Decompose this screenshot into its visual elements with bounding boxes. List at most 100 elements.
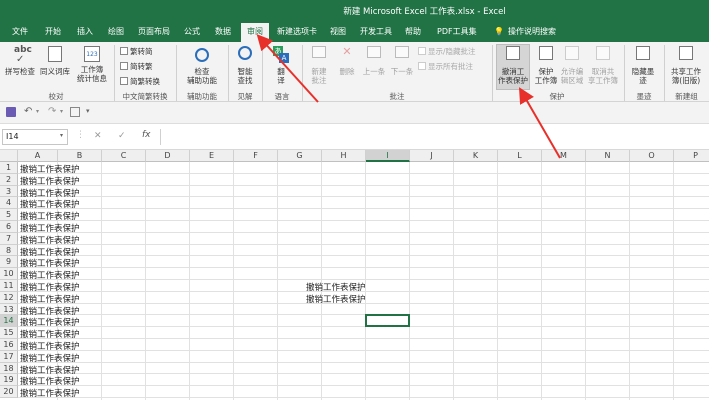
redo-icon[interactable]: ↷ xyxy=(48,106,56,117)
active-cell-i14[interactable] xyxy=(365,314,410,328)
row-header-15[interactable]: 15 xyxy=(0,327,18,339)
hide-ink-button[interactable]: 隐藏墨 迹 xyxy=(628,46,658,85)
cell-a13[interactable]: 撤销工作表保护 xyxy=(20,305,80,317)
share-workbook-button[interactable]: 共享工作 簿(旧版) xyxy=(666,46,706,85)
trad-to-simp-button[interactable]: 繁转简 xyxy=(120,46,153,57)
cell-a5[interactable]: 撤销工作表保护 xyxy=(20,210,80,222)
cell-a6[interactable]: 撤销工作表保护 xyxy=(20,222,80,234)
next-comment-button[interactable]: 下一条 xyxy=(388,46,416,76)
cell-a9[interactable]: 撤销工作表保护 xyxy=(20,257,80,269)
insert-function-icon[interactable]: fx xyxy=(142,130,151,140)
cell-a17[interactable]: 撤销工作表保护 xyxy=(20,352,80,364)
cell-a1[interactable]: 撤销工作表保护 xyxy=(20,163,80,175)
row-header-11[interactable]: 11 xyxy=(0,280,18,292)
cell-a20[interactable]: 撤销工作表保护 xyxy=(20,387,80,399)
cell-h11[interactable]: 撤销工作表保护 xyxy=(306,281,366,293)
tab-formulas[interactable]: 公式 xyxy=(184,25,200,39)
thesaurus-button[interactable]: 同义词库 xyxy=(38,46,72,76)
column-header-o[interactable]: O xyxy=(630,150,674,162)
tab-developer[interactable]: 开发工具 xyxy=(360,25,392,39)
redo-dropdown-icon[interactable]: ▾ xyxy=(60,108,63,115)
column-header-e[interactable]: E xyxy=(190,150,234,162)
smart-lookup-button[interactable]: 智能 查找 xyxy=(232,46,258,85)
column-header-m[interactable]: M xyxy=(542,150,586,162)
chinese-conversion-button[interactable]: 简繁转换 xyxy=(120,76,160,87)
workbook-statistics-button[interactable]: 123 工作簿 统计信息 xyxy=(75,46,109,83)
tab-view[interactable]: 视图 xyxy=(330,25,346,39)
column-header-l[interactable]: L xyxy=(498,150,542,162)
cell-a12[interactable]: 撤销工作表保护 xyxy=(20,293,80,305)
undo-dropdown-icon[interactable]: ▾ xyxy=(36,108,39,115)
cancel-icon[interactable]: ✕ xyxy=(94,131,102,141)
translate-button[interactable]: あ A 翻 译 xyxy=(268,46,294,85)
allow-edit-ranges-button[interactable]: 允许编 辑区域 xyxy=(558,46,586,85)
column-header-k[interactable]: K xyxy=(454,150,498,162)
protect-workbook-button[interactable]: 保护 工作簿 xyxy=(531,46,561,85)
column-header-g[interactable]: G xyxy=(278,150,322,162)
column-header-i[interactable]: I xyxy=(366,150,410,162)
cell-a15[interactable]: 撤销工作表保护 xyxy=(20,328,80,340)
print-preview-icon[interactable] xyxy=(70,107,80,117)
simp-to-trad-button[interactable]: 简转繁 xyxy=(120,61,153,72)
formula-input[interactable] xyxy=(160,129,709,145)
column-header-b[interactable]: B xyxy=(58,150,102,162)
row-header-2[interactable]: 2 xyxy=(0,173,18,186)
row-header-18[interactable]: 18 xyxy=(0,362,18,375)
cell-a18[interactable]: 撤销工作表保护 xyxy=(20,364,80,376)
column-header-d[interactable]: D xyxy=(146,150,190,162)
check-accessibility-button[interactable]: 检查 辅助功能 xyxy=(181,48,223,85)
name-box[interactable]: I14 xyxy=(2,129,68,145)
tab-file[interactable]: 文件 xyxy=(12,25,28,39)
column-header-f[interactable]: F xyxy=(234,150,278,162)
cell-a8[interactable]: 撤销工作表保护 xyxy=(20,246,80,258)
undo-icon[interactable]: ↶ xyxy=(24,106,32,117)
row-header-9[interactable]: 9 xyxy=(0,256,18,269)
tab-help[interactable]: 帮助 xyxy=(405,25,421,39)
tab-home[interactable]: 开始 xyxy=(45,25,61,39)
name-box-dropdown-icon[interactable]: ▾ xyxy=(60,132,63,139)
cell-a3[interactable]: 撤销工作表保护 xyxy=(20,187,80,199)
column-header-j[interactable]: J xyxy=(410,150,454,162)
row-header-5[interactable]: 5 xyxy=(0,209,18,221)
row-header-6[interactable]: 6 xyxy=(0,221,18,233)
cell-a11[interactable]: 撤销工作表保护 xyxy=(20,281,80,293)
row-header-13[interactable]: 13 xyxy=(0,303,18,316)
cell-a2[interactable]: 撤销工作表保护 xyxy=(20,175,80,187)
delete-comment-button[interactable]: ✕ 删除 xyxy=(334,46,360,77)
row-header-19[interactable]: 19 xyxy=(0,374,18,387)
tab-new-tab[interactable]: 新建选项卡 xyxy=(277,25,317,39)
row-header-16[interactable]: 16 xyxy=(0,339,18,351)
show-all-comments-button[interactable]: 显示所有批注 xyxy=(418,61,473,72)
new-comment-button[interactable]: 新建 批注 xyxy=(306,46,332,85)
row-header-20[interactable]: 20 xyxy=(0,386,18,398)
cell-a19[interactable]: 撤销工作表保护 xyxy=(20,375,80,387)
row-header-12[interactable]: 12 xyxy=(0,291,18,304)
tab-draw[interactable]: 绘图 xyxy=(108,25,124,39)
unshare-workbook-button[interactable]: 取消共 享工作簿 xyxy=(586,46,620,85)
cell-a14[interactable]: 撤销工作表保护 xyxy=(20,316,80,328)
row-header-1[interactable]: 1 xyxy=(0,162,18,174)
tab-data[interactable]: 数据 xyxy=(215,25,231,39)
cell-a16[interactable]: 撤销工作表保护 xyxy=(20,340,80,352)
row-header-8[interactable]: 8 xyxy=(0,244,18,257)
select-all-corner[interactable] xyxy=(0,150,18,162)
cell-a7[interactable]: 撤销工作表保护 xyxy=(20,234,80,246)
row-header-14[interactable]: 14 xyxy=(0,315,18,328)
row-header-10[interactable]: 10 xyxy=(0,268,18,280)
previous-comment-button[interactable]: 上一条 xyxy=(360,46,388,76)
column-header-h[interactable]: H xyxy=(322,150,366,162)
spell-check-button[interactable]: abc ✓ 拼写检查 xyxy=(4,46,36,77)
column-header-a[interactable]: A xyxy=(18,150,58,162)
column-header-p[interactable]: P xyxy=(674,150,709,162)
column-header-n[interactable]: N xyxy=(586,150,630,162)
cell-a4[interactable]: 撤销工作表保护 xyxy=(20,198,80,210)
tab-review[interactable]: 审阅 xyxy=(241,23,269,42)
save-icon[interactable] xyxy=(6,107,16,117)
row-header-3[interactable]: 3 xyxy=(0,185,18,198)
enter-icon[interactable]: ✓ xyxy=(118,131,126,141)
tab-pdf-tools[interactable]: PDF工具集 xyxy=(437,25,477,39)
tell-me-search[interactable]: 操作说明搜索 xyxy=(508,25,556,39)
customize-qat-icon[interactable]: ▾ xyxy=(86,107,90,115)
row-header-4[interactable]: 4 xyxy=(0,197,18,210)
unprotect-sheet-button[interactable]: 撤消工 作表保护 xyxy=(496,46,530,85)
